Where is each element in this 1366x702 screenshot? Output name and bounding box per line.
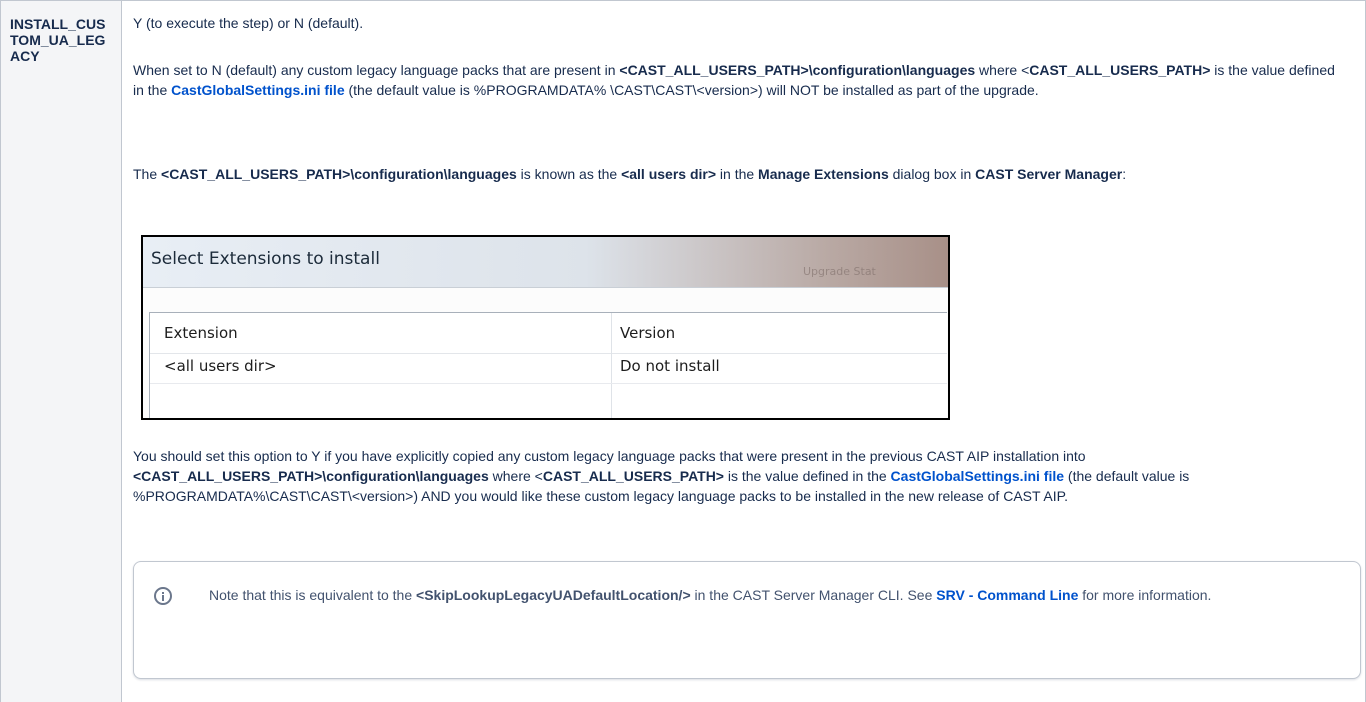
text-run: : bbox=[1122, 166, 1127, 182]
column-header-extension: Extension bbox=[164, 324, 238, 342]
dialog-body: Extension Version <all users dir> Do not… bbox=[143, 288, 948, 418]
text-run: in the bbox=[716, 166, 759, 182]
grid-header bbox=[150, 313, 947, 354]
path-text: <CAST_ALL_USERS_PATH>\configuration\lang… bbox=[133, 468, 489, 484]
info-panel-text: Note that this is equivalent to the <Ski… bbox=[209, 585, 1339, 605]
text-run: where < bbox=[975, 62, 1030, 78]
grid-cell-version: Do not install bbox=[620, 357, 720, 375]
table-left-border bbox=[0, 0, 1, 702]
text-run: You should set this option to Y if you h… bbox=[133, 448, 1086, 464]
srv-command-line-link[interactable]: SRV - Command Line bbox=[936, 587, 1078, 603]
faded-tab-label: Upgrade Stat bbox=[803, 265, 876, 278]
info-panel: Note that this is equivalent to the <Ski… bbox=[133, 561, 1361, 679]
dialog-title: Select Extensions to install bbox=[151, 249, 380, 269]
text-run: (the default value is %PROGRAMDATA% \CAS… bbox=[344, 82, 1039, 98]
description-paragraph-2: The <CAST_ALL_USERS_PATH>\configuration\… bbox=[133, 164, 1348, 184]
text-run: is known as the bbox=[516, 166, 622, 182]
column-divider bbox=[121, 0, 122, 702]
default-value-text: Y (to execute the step) or N (default). bbox=[133, 15, 364, 31]
extensions-dialog-screenshot: Select Extensions to install Upgrade Sta… bbox=[141, 235, 950, 420]
description-paragraph-1: When set to N (default) any custom legac… bbox=[133, 60, 1348, 100]
parameter-key-cell: INSTALL_CUSTOM_UA_LEGACY bbox=[0, 0, 121, 702]
text-run: Note that this is equivalent to the bbox=[209, 587, 417, 603]
grid-cell-extension: <all users dir> bbox=[164, 357, 277, 375]
path-var-text: CAST_ALL_USERS_PATH> bbox=[542, 468, 724, 484]
cli-option-text: <SkipLookupLegacyUADefaultLocation/> bbox=[416, 587, 691, 603]
castglobalsettings-link[interactable]: CastGlobalSettings.ini file bbox=[891, 468, 1064, 484]
text-run: where < bbox=[488, 468, 543, 484]
path-text: <CAST_ALL_USERS_PATH>\configuration\lang… bbox=[619, 62, 976, 78]
manage-extensions-text: Manage Extensions bbox=[758, 166, 889, 182]
column-header-version: Version bbox=[620, 324, 676, 342]
parameter-name: INSTALL_CUSTOM_UA_LEGACY bbox=[10, 16, 106, 64]
cast-server-manager-text: CAST Server Manager bbox=[975, 166, 1123, 182]
path-var-text: CAST_ALL_USERS_PATH> bbox=[1029, 62, 1211, 78]
text-run: When set to N (default) any custom legac… bbox=[133, 62, 620, 78]
text-run: for more information. bbox=[1078, 587, 1212, 603]
extensions-grid: Extension Version <all users dir> Do not… bbox=[149, 312, 947, 418]
dialog-title-bar: Select Extensions to install Upgrade Sta… bbox=[143, 237, 948, 288]
text-run: is the value defined in the bbox=[723, 468, 891, 484]
text-run: in the CAST Server Manager CLI. See bbox=[690, 587, 937, 603]
grid-column-separator bbox=[611, 313, 612, 418]
castglobalsettings-link[interactable]: CastGlobalSettings.ini file bbox=[171, 82, 344, 98]
text-run: The bbox=[133, 166, 162, 182]
all-users-dir-text: <all users dir> bbox=[621, 166, 717, 182]
text-run: dialog box in bbox=[888, 166, 976, 182]
path-text: <CAST_ALL_USERS_PATH>\configuration\lang… bbox=[161, 166, 517, 182]
info-icon bbox=[154, 587, 172, 605]
description-paragraph-3: You should set this option to Y if you h… bbox=[133, 446, 1348, 506]
table-top-border bbox=[0, 0, 1366, 1]
grid-row-line bbox=[150, 383, 947, 384]
